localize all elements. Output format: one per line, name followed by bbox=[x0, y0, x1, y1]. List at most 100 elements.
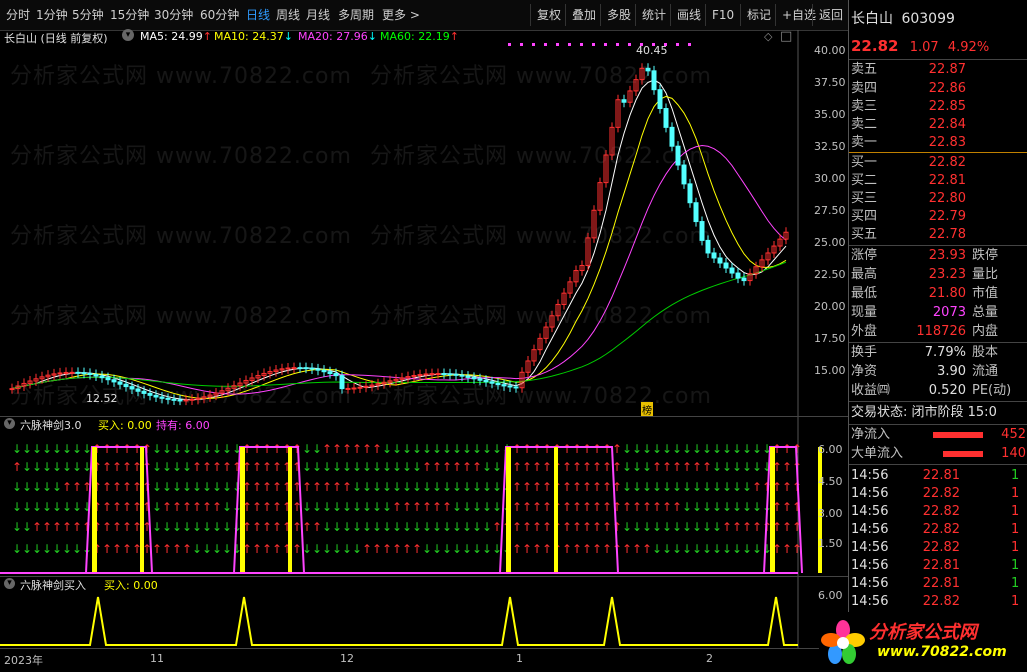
ask-row[interactable]: 卖五 22.87 bbox=[851, 61, 1026, 79]
f10-button[interactable]: F10 bbox=[705, 4, 734, 26]
stats-button[interactable]: 统计 bbox=[635, 4, 666, 26]
signal-arrow: ↓ bbox=[162, 442, 172, 456]
chevron-down-icon[interactable]: ▾ bbox=[4, 418, 15, 429]
ask-row[interactable]: 卖一 22.83 bbox=[851, 134, 1026, 152]
candle-body bbox=[117, 381, 123, 385]
signal-arrow: ↓ bbox=[722, 480, 732, 494]
signal-arrow: ↓ bbox=[742, 500, 752, 514]
kline-canvas[interactable] bbox=[0, 30, 848, 416]
signal-arrow: ↓ bbox=[62, 460, 72, 474]
signal-arrow: ↑ bbox=[782, 520, 792, 534]
bid-row[interactable]: 买五 22.78 bbox=[851, 226, 1026, 244]
period-tab-30min[interactable]: 30分钟 bbox=[154, 7, 193, 24]
signal-arrow: ↑ bbox=[102, 520, 112, 534]
signal-arrow: ↓ bbox=[22, 442, 32, 456]
overlay-button[interactable]: 叠加 bbox=[565, 4, 596, 26]
close-icon[interactable]: □ bbox=[780, 29, 792, 44]
ask-row[interactable]: 卖三 22.85 bbox=[851, 98, 1026, 116]
signal-arrow: ↓ bbox=[422, 442, 432, 456]
period-tab-weekly[interactable]: 周线 bbox=[276, 7, 300, 24]
chevron-down-icon[interactable]: ▾ bbox=[122, 29, 134, 41]
signal-arrow: ↓ bbox=[32, 480, 42, 494]
signal-arrow: ↑ bbox=[312, 480, 322, 494]
signal-arrow: ↓ bbox=[482, 480, 492, 494]
signal-arrow: ↑ bbox=[622, 500, 632, 514]
bid-row[interactable]: 买一 22.82 bbox=[851, 154, 1026, 172]
x-tick: 1 bbox=[516, 652, 523, 665]
signal-arrow: ↓ bbox=[462, 542, 472, 556]
tick-row: 14:56 22.81 1 bbox=[851, 468, 1020, 483]
signal-arrow: ↑ bbox=[682, 460, 692, 474]
ask-row[interactable]: 卖四 22.86 bbox=[851, 80, 1026, 98]
signal-arrow: ↓ bbox=[192, 442, 202, 456]
period-tab-multi[interactable]: 多周期 bbox=[338, 7, 374, 24]
ask-row[interactable]: 卖二 22.84 bbox=[851, 116, 1026, 134]
signal-arrow: ↑ bbox=[352, 442, 362, 456]
candle-body bbox=[459, 374, 465, 377]
trade-state: 交易状态: 闭市阶段 15:0 bbox=[851, 405, 997, 420]
signal-arrow: ↑ bbox=[452, 460, 462, 474]
dragon-tiger-badge[interactable]: 榜 bbox=[641, 402, 653, 417]
signal-arrow: ↑ bbox=[722, 520, 732, 534]
signal-arrow: ↑ bbox=[32, 520, 42, 534]
candle-body bbox=[717, 257, 723, 264]
period-tab-fenshi[interactable]: 分时 bbox=[6, 7, 30, 24]
candle-body bbox=[645, 67, 651, 72]
signal-arrow: ↑ bbox=[252, 442, 262, 456]
back-button[interactable]: 返回 bbox=[812, 4, 843, 26]
signal-arrow: ↓ bbox=[62, 442, 72, 456]
signal-arrow: ↓ bbox=[712, 500, 722, 514]
signal-arrow: ↓ bbox=[722, 442, 732, 456]
bid-row[interactable]: 买四 22.79 bbox=[851, 208, 1026, 226]
signal-arrow: ↑ bbox=[512, 542, 522, 556]
stat-row: 净资 3.90 流通 bbox=[851, 364, 999, 379]
bid-row[interactable]: 买三 22.80 bbox=[851, 190, 1026, 208]
period-tab-more[interactable]: 更多 > bbox=[382, 7, 420, 24]
signal-arrow: ↓ bbox=[452, 542, 462, 556]
signal-arrow: ↓ bbox=[192, 480, 202, 494]
liumai-buy-panel[interactable]: ▾ 六脉神剑买入 买入: 0.00 6.00 bbox=[0, 576, 848, 649]
diamond-icon[interactable]: ◇ bbox=[764, 30, 772, 43]
signal-arrow: ↑ bbox=[272, 480, 282, 494]
signal-arrow: ↓ bbox=[482, 520, 492, 534]
tick-row: 14:56 22.82 1 bbox=[851, 594, 1020, 609]
period-tab-60min[interactable]: 60分钟 bbox=[200, 7, 239, 24]
signal-arrow: ↑ bbox=[372, 442, 382, 456]
candle-body bbox=[111, 379, 117, 383]
draw-line-button[interactable]: 画线 bbox=[670, 4, 701, 26]
signal-arrow: ↑ bbox=[252, 480, 262, 494]
indicator-title: 六脉神剑3.0 bbox=[20, 419, 82, 432]
period-tab-15min[interactable]: 15分钟 bbox=[110, 7, 149, 24]
signal-arrow: ↑ bbox=[172, 500, 182, 514]
buy-signal-line bbox=[0, 596, 798, 646]
signal-arrow: ↓ bbox=[342, 500, 352, 514]
bid-row[interactable]: 买二 22.81 bbox=[851, 172, 1026, 190]
kline-chart[interactable]: 长白山 (日线 前复权) ▾ MA5: 24.99↑ MA10: 24.37↓ … bbox=[0, 29, 848, 417]
candle-body bbox=[471, 376, 477, 380]
signal-arrow: ↓ bbox=[52, 500, 62, 514]
period-tab-5min[interactable]: 5分钟 bbox=[72, 7, 104, 24]
last-price: 22.82 bbox=[851, 37, 899, 55]
liumai-canvas[interactable]: ↓↑↓↓↓↓↓↓↓↓↓↓↓↓↓↓↑↓↓↓↓↓↑↓↓↓↓↓↑↓↓↓↑↓↑↓↓↓↑↓… bbox=[0, 417, 848, 577]
signal-arrow: ↓ bbox=[362, 500, 372, 514]
stock-code: 603099 bbox=[901, 11, 955, 27]
add-favorite-button[interactable]: +自选 bbox=[775, 4, 816, 26]
signal-arrow: ↑ bbox=[72, 520, 82, 534]
stat-row: 现量 2073 总量 bbox=[851, 305, 999, 320]
signal-arrow: ↓ bbox=[382, 480, 392, 494]
period-tab-daily[interactable]: 日线 bbox=[246, 7, 270, 24]
signal-arrow: ↑ bbox=[332, 442, 342, 456]
chevron-down-icon[interactable]: ▾ bbox=[4, 578, 15, 589]
fuquan-button[interactable]: 复权 bbox=[530, 4, 561, 26]
mark-button[interactable]: 标记 bbox=[740, 4, 771, 26]
y-tick: 37.50 bbox=[814, 76, 846, 89]
signal-arrow: ↑ bbox=[792, 500, 802, 514]
stock-header: 长白山 603099 bbox=[851, 10, 1026, 28]
liumai-indicator-panel[interactable]: ↓ ↑ ↓ ↓ ↓ ↓ ↓ ↓ ↓ ↓ ↓ ↓ ↓ ↓ ↓ ↓ ↑ ↓ ↓ ↓ ↓ ↓ ↑ ↓ ↓ ↓ ↓ ↓ ↑ ↓ ↓ ↓ ↑ ↓ ↑ ↓ ↓ ↓ ↑ ↓… bbox=[0, 416, 848, 577]
multi-stock-button[interactable]: 多股 bbox=[600, 4, 631, 26]
period-tab-1min[interactable]: 1分钟 bbox=[36, 7, 68, 24]
signal-arrow: ↑ bbox=[152, 542, 162, 556]
signal-arrow: ↓ bbox=[422, 520, 432, 534]
period-tab-monthly[interactable]: 月线 bbox=[306, 7, 330, 24]
candle-body bbox=[669, 126, 675, 147]
